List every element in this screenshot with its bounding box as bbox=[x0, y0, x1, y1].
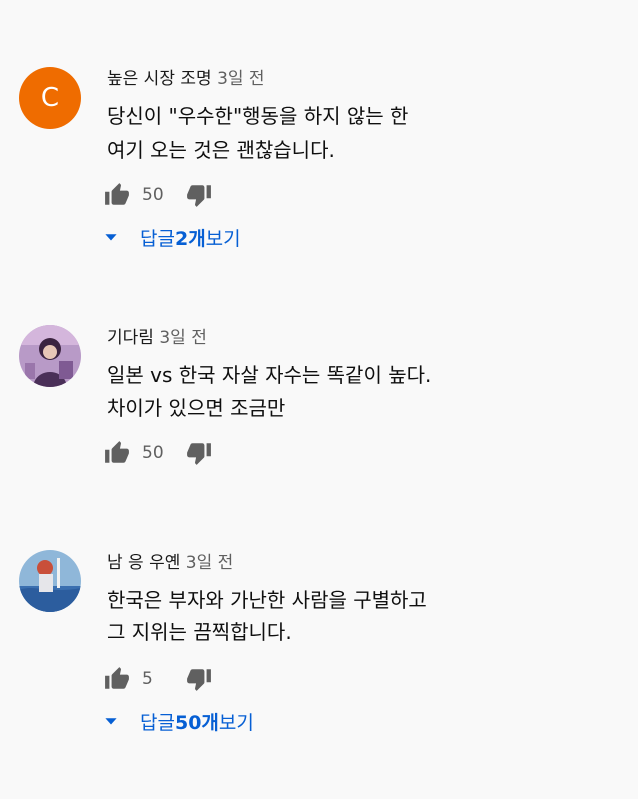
like-count: 50 bbox=[142, 443, 164, 463]
comment-text-line: 차이가 있으면 조금만 bbox=[107, 396, 286, 420]
like-count: 5 bbox=[142, 669, 153, 689]
comment-time[interactable]: 3일 전 bbox=[217, 69, 265, 89]
comment-text-line: 당신이 "우수한"행동을 하지 않는 한 bbox=[107, 104, 409, 128]
avatar-photo bbox=[19, 550, 81, 612]
comments-screen: C 높은 시장 조명 3일 전 당신이 "우수한"행동을 하지 않는 한 여기 … bbox=[0, 0, 638, 799]
comment-text-line: 그 지위는 끔찍합니다. bbox=[107, 620, 292, 644]
comment-actions: 50 bbox=[104, 181, 212, 209]
caret-down-icon bbox=[105, 234, 117, 241]
thumb-up-icon[interactable] bbox=[104, 666, 130, 692]
comment-header: 기다림 3일 전 bbox=[107, 327, 207, 349]
view-replies-button[interactable]: 답글 2개 보기 bbox=[104, 223, 241, 251]
thumb-up-icon[interactable] bbox=[104, 440, 130, 466]
comment-author[interactable]: 높은 시장 조명 bbox=[107, 69, 212, 89]
comment-actions: 50 bbox=[104, 439, 212, 467]
avatar[interactable] bbox=[19, 550, 81, 612]
replies-label-suffix: 보기 bbox=[218, 711, 254, 734]
replies-label-prefix: 답글 bbox=[140, 711, 175, 734]
thumb-down-icon[interactable] bbox=[186, 666, 212, 692]
thumb-up-icon[interactable] bbox=[104, 182, 130, 208]
comment-header: 높은 시장 조명 3일 전 bbox=[107, 68, 265, 90]
replies-count: 50개 bbox=[174, 711, 219, 734]
comment-header: 남 응 우옌 3일 전 bbox=[107, 552, 233, 574]
comment-author[interactable]: 남 응 우옌 bbox=[107, 553, 180, 573]
comment-author[interactable]: 기다림 bbox=[107, 328, 154, 348]
comment-text-line: 여기 오는 것은 괜찮습니다. bbox=[107, 138, 335, 162]
thumb-down-icon[interactable] bbox=[186, 440, 212, 466]
avatar[interactable]: C bbox=[19, 67, 81, 129]
comment-time[interactable]: 3일 전 bbox=[159, 328, 207, 348]
comment-text-line: 일본 vs 한국 자살 자수는 똑같이 높다. bbox=[107, 363, 432, 387]
avatar-photo bbox=[19, 325, 81, 387]
replies-label-suffix: 보기 bbox=[205, 227, 241, 250]
comment-time[interactable]: 3일 전 bbox=[186, 553, 234, 573]
comment-actions: 5 bbox=[104, 665, 212, 693]
caret-down-icon bbox=[105, 718, 117, 725]
like-count: 50 bbox=[142, 185, 164, 205]
replies-label-prefix: 답글 bbox=[140, 227, 175, 250]
replies-count: 2개 bbox=[174, 227, 206, 250]
view-replies-button[interactable]: 답글 50개 보기 bbox=[104, 707, 254, 735]
avatar[interactable] bbox=[19, 325, 81, 387]
comment-text-line: 한국은 부자와 가난한 사람을 구별하고 bbox=[107, 588, 427, 612]
thumb-down-icon[interactable] bbox=[186, 182, 212, 208]
